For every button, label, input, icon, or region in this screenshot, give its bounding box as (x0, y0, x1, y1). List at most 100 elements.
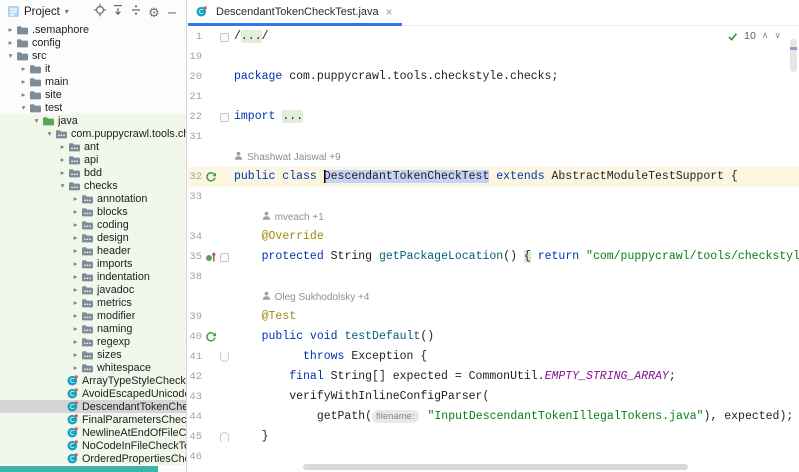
chevron-collapsed-icon[interactable]: ▸ (19, 64, 28, 73)
chevron-collapsed-icon[interactable]: ▸ (71, 272, 80, 281)
tree-item-bdd[interactable]: ▸bdd (0, 166, 186, 179)
code-text[interactable]: package com.puppycrawl.tools.checkstyle.… (230, 67, 799, 87)
tree-item-naming[interactable]: ▸naming (0, 322, 186, 335)
chevron-collapsed-icon[interactable]: ▸ (71, 285, 80, 294)
chevron-collapsed-icon[interactable]: ▸ (71, 350, 80, 359)
settings-gear-icon[interactable]: ⚙ (145, 4, 163, 22)
code-vision-authors[interactable]: mveach +1 (230, 211, 799, 223)
code-text[interactable]: throws Exception { (230, 347, 799, 367)
tree-item-com-puppycrawl-tools-checkstyle[interactable]: ▾com.puppycrawl.tools.checkstyle (0, 127, 186, 140)
chevron-collapsed-icon[interactable]: ▸ (71, 324, 80, 333)
chevron-expanded-icon[interactable]: ▾ (19, 103, 28, 112)
chevron-collapsed-icon[interactable]: ▸ (58, 142, 67, 151)
code-vision-authors[interactable]: Shashwat Jaiswal +9 (230, 151, 799, 163)
fold-marker[interactable] (218, 33, 230, 42)
close-icon[interactable]: × (386, 5, 393, 19)
chevron-collapsed-icon[interactable]: ▸ (71, 337, 80, 346)
view-options-icon[interactable] (127, 1, 145, 19)
chevron-collapsed-icon[interactable]: ▸ (71, 311, 80, 320)
tree-item-indentation[interactable]: ▸indentation (0, 270, 186, 283)
tree-item-modifier[interactable]: ▸modifier (0, 309, 186, 322)
tree-item-finalparameterschecktest[interactable]: CFinalParametersCheckTest (0, 413, 186, 426)
code-text[interactable]: } (230, 427, 799, 447)
tree-item-main[interactable]: ▸main (0, 75, 186, 88)
tree-item-imports[interactable]: ▸imports (0, 257, 186, 270)
next-highlight-icon[interactable]: ∨ (774, 31, 781, 41)
code-vision-authors[interactable]: Oleg Sukhodolsky +4 (230, 291, 799, 303)
chevron-expanded-icon[interactable]: ▾ (45, 129, 54, 138)
code-text[interactable]: public class DescendantTokenCheckTest ex… (230, 167, 799, 187)
tree-item-avoidescapedunicodecharactersche[interactable]: CAvoidEscapedUnicodeCharactersChe (0, 387, 186, 400)
tree-item-test[interactable]: ▾test (0, 101, 186, 114)
run-test-gutter-icon[interactable] (203, 331, 218, 344)
chevron-expanded-icon[interactable]: ▾ (58, 181, 67, 190)
code-text[interactable]: final String[] expected = CommonUtil.EMP… (230, 367, 799, 387)
prev-highlight-icon[interactable]: ∧ (762, 31, 769, 41)
code-text[interactable]: import ... (230, 107, 799, 127)
run-test-gutter-icon[interactable] (203, 171, 218, 184)
tree-item-newlineatendoffilechecktest[interactable]: CNewlineAtEndOfFileCheckTest (0, 426, 186, 439)
chevron-collapsed-icon[interactable]: ▸ (58, 168, 67, 177)
tree-item-coding[interactable]: ▸coding (0, 218, 186, 231)
inspections-count[interactable]: 10 (744, 30, 756, 42)
horizontal-scrollbar[interactable] (303, 464, 688, 470)
code-text[interactable]: @Override (230, 227, 799, 247)
tab-descendant-token-check-test[interactable]: C DescendantTokenCheckTest.java × (188, 0, 402, 26)
chevron-expanded-icon[interactable]: ▾ (32, 116, 41, 125)
tree-item-orderedpropertieschecktest[interactable]: COrderedPropertiesCheckTest (0, 452, 186, 465)
chevron-collapsed-icon[interactable]: ▸ (71, 220, 80, 229)
chevron-collapsed-icon[interactable]: ▸ (71, 194, 80, 203)
tree-item-descendanttokenchecktest[interactable]: CDescendantTokenCheckTest (0, 400, 186, 413)
tree-item-annotation[interactable]: ▸annotation (0, 192, 186, 205)
overrides-method-gutter-icon[interactable] (203, 251, 218, 264)
code-text[interactable]: verifyWithInlineConfigParser( (230, 387, 799, 407)
chevron-collapsed-icon[interactable]: ▸ (71, 233, 80, 242)
chevron-collapsed-icon[interactable]: ▸ (6, 38, 15, 47)
tree-item-arraytypestylechecktest[interactable]: CArrayTypeStyleCheckTest (0, 374, 186, 387)
tree-item-javadoc[interactable]: ▸javadoc (0, 283, 186, 296)
project-view-title[interactable]: Project (24, 6, 60, 18)
tree-item-regexp[interactable]: ▸regexp (0, 335, 186, 348)
tree-item-checks[interactable]: ▾checks (0, 179, 186, 192)
tree-item-config[interactable]: ▸config (0, 36, 186, 49)
chevron-collapsed-icon[interactable]: ▸ (71, 207, 80, 216)
tree-item-design[interactable]: ▸design (0, 231, 186, 244)
chevron-collapsed-icon[interactable]: ▸ (71, 259, 80, 268)
chevron-collapsed-icon[interactable]: ▸ (19, 90, 28, 99)
chevron-collapsed-icon[interactable]: ▸ (71, 363, 80, 372)
tree-item-java[interactable]: ▾java (0, 114, 186, 127)
fold-marker[interactable] (218, 432, 230, 442)
chevron-collapsed-icon[interactable]: ▸ (6, 25, 15, 34)
code-text[interactable]: public void testDefault() (230, 327, 799, 347)
chevron-collapsed-icon[interactable]: ▸ (71, 298, 80, 307)
tree-item--semaphore[interactable]: ▸.semaphore (0, 23, 186, 36)
chevron-collapsed-icon[interactable]: ▸ (71, 246, 80, 255)
locate-icon[interactable] (91, 1, 109, 19)
code-text[interactable]: @Test (230, 307, 799, 327)
tree-item-src[interactable]: ▾src (0, 49, 186, 62)
tree-item-whitespace[interactable]: ▸whitespace (0, 361, 186, 374)
chevron-collapsed-icon[interactable]: ▸ (58, 155, 67, 164)
tree-item-sizes[interactable]: ▸sizes (0, 348, 186, 361)
tree-item-it[interactable]: ▸it (0, 62, 186, 75)
tree-item-blocks[interactable]: ▸blocks (0, 205, 186, 218)
code-editor[interactable]: 1/.../1920package com.puppycrawl.tools.c… (188, 27, 799, 472)
vertical-scrollbar[interactable] (790, 39, 797, 72)
tree-item-metrics[interactable]: ▸metrics (0, 296, 186, 309)
tree-item-site[interactable]: ▸site (0, 88, 186, 101)
code-text[interactable]: /.../ (230, 27, 799, 47)
tree-item-nocodeinfilechecktest[interactable]: CNoCodeInFileCheckTest (0, 439, 186, 452)
fold-marker[interactable] (218, 352, 230, 362)
partial-tree-item[interactable] (0, 466, 158, 472)
tree-item-ant[interactable]: ▸ant (0, 140, 186, 153)
code-text[interactable]: getPath(filename: "InputDescendantTokenI… (230, 407, 799, 427)
chevron-down-icon[interactable]: ▾ (65, 7, 69, 16)
fold-marker[interactable] (218, 253, 230, 262)
chevron-expanded-icon[interactable]: ▾ (6, 51, 15, 60)
chevron-collapsed-icon[interactable]: ▸ (19, 77, 28, 86)
tree-item-header[interactable]: ▸header (0, 244, 186, 257)
hide-panel-icon[interactable]: − (163, 4, 181, 22)
tree-item-api[interactable]: ▸api (0, 153, 186, 166)
fold-marker[interactable] (218, 113, 230, 122)
code-text[interactable]: protected String getPackageLocation() { … (230, 247, 799, 267)
